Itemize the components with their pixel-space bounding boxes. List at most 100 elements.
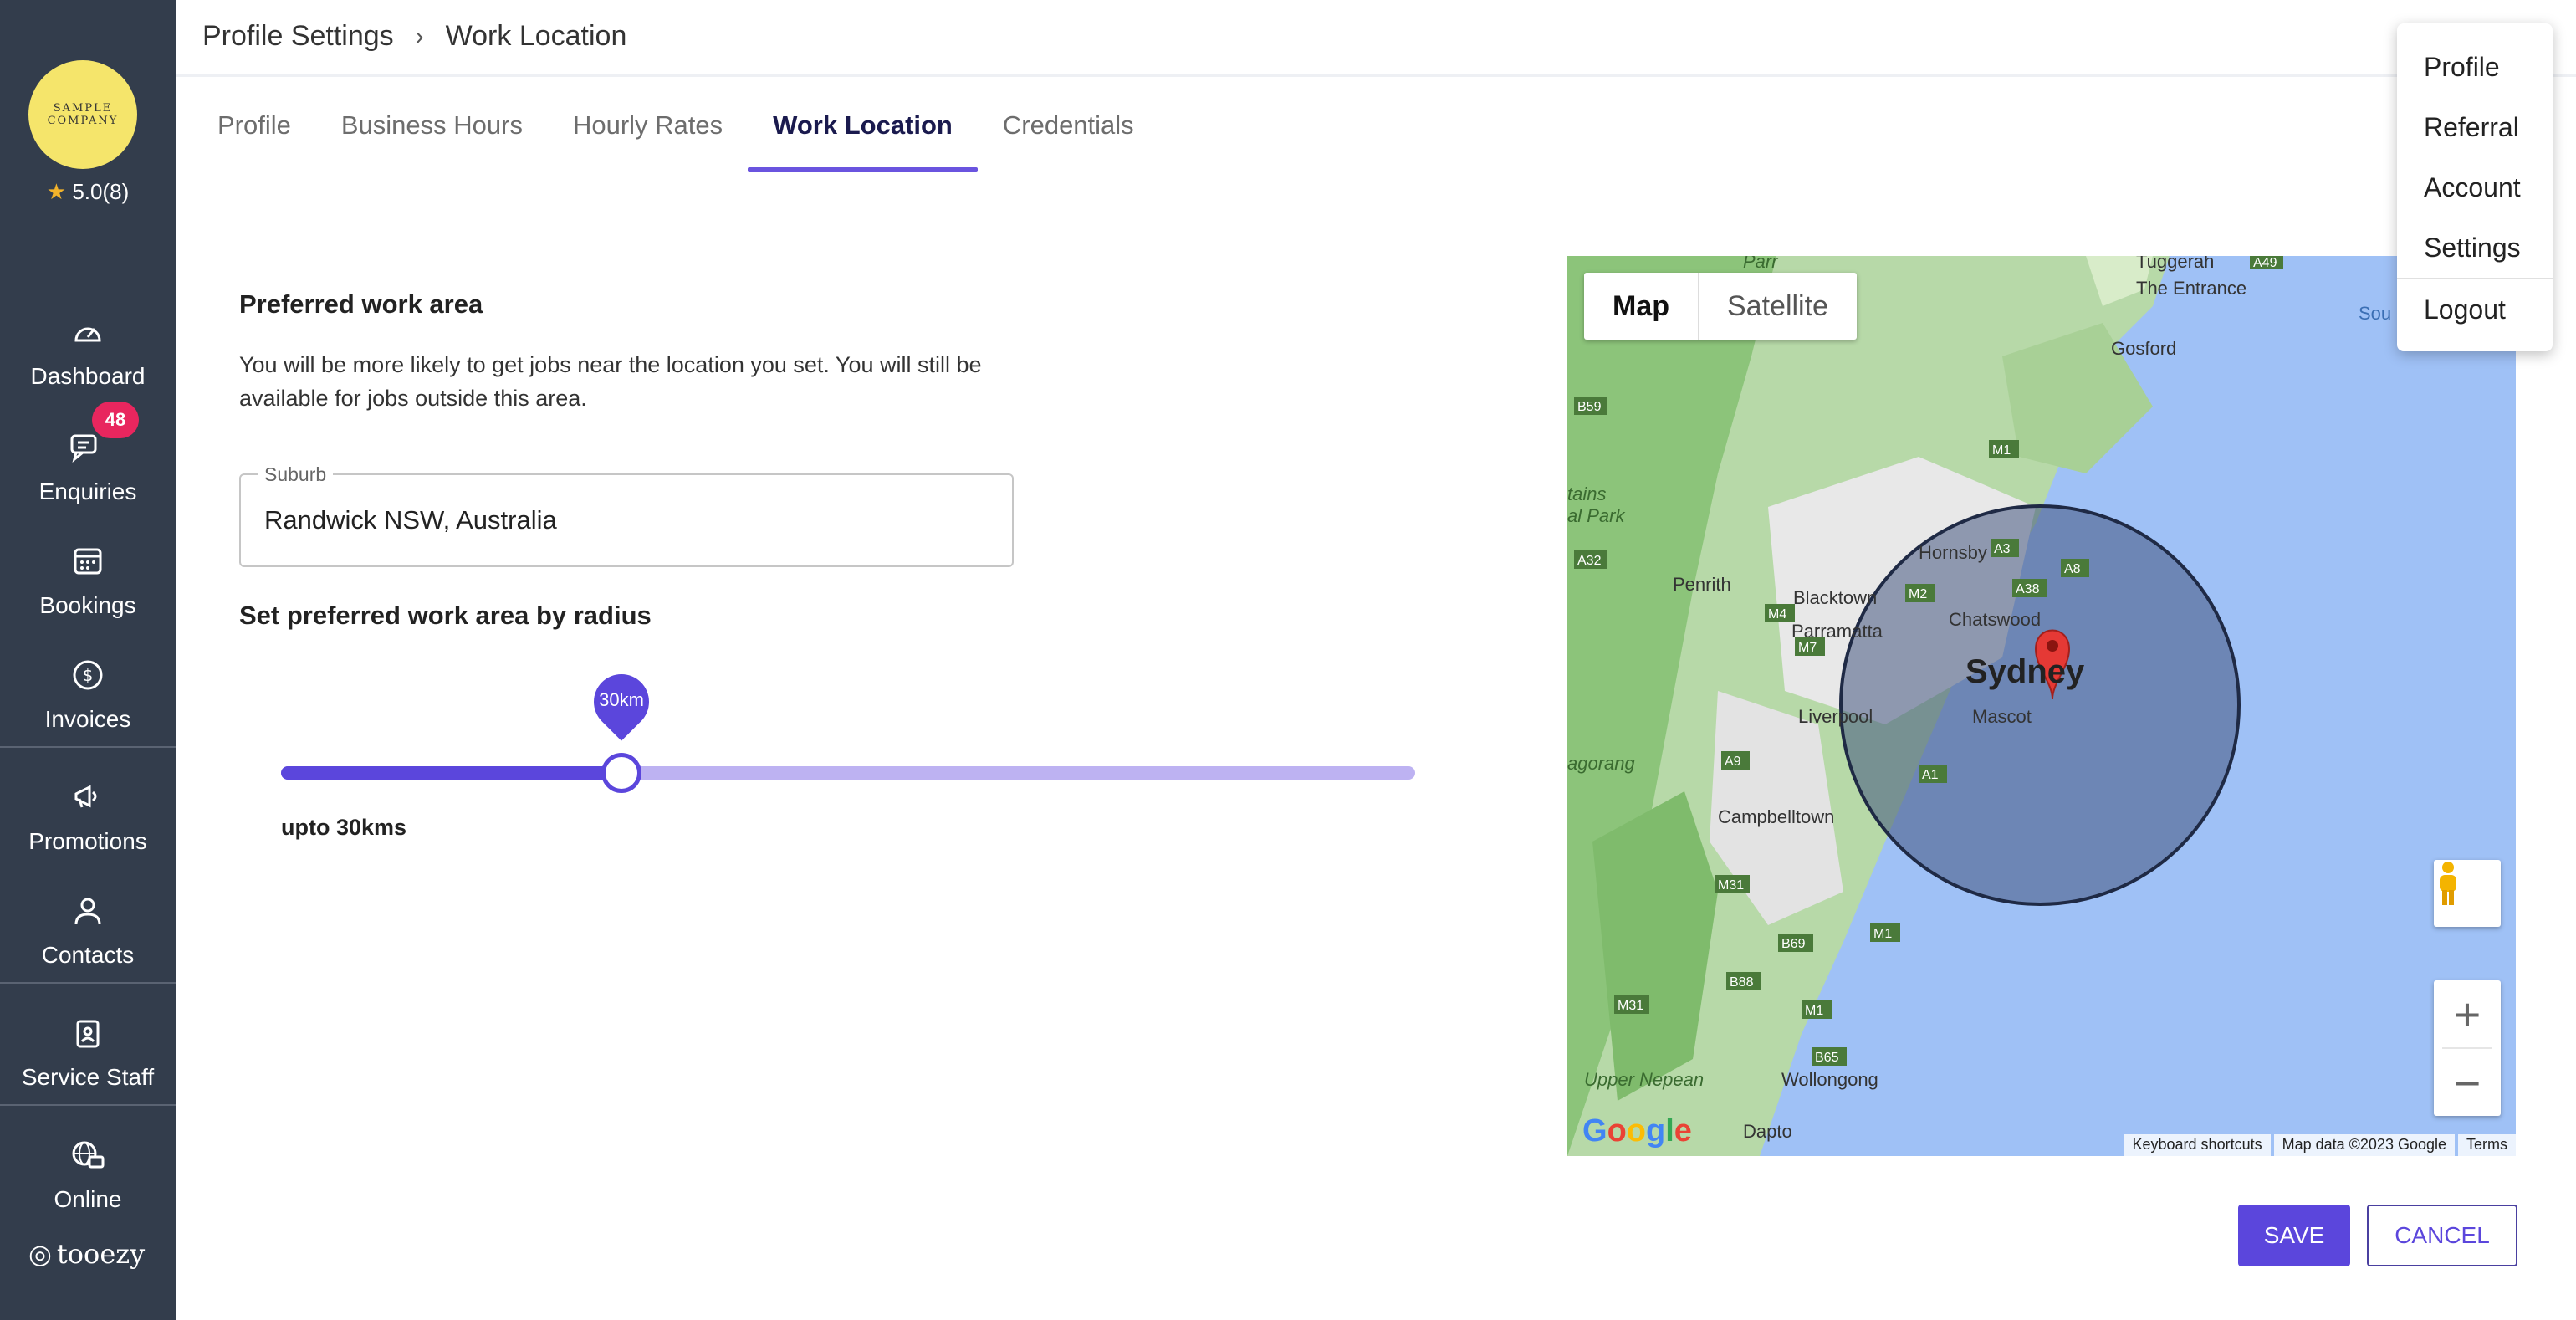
google-logo: Google [1582,1113,1692,1149]
sidebar-item-label: Bookings [39,592,136,618]
map-canvas: Tuggerah The Entrance Gosford Hornsby Pe… [1567,256,2391,1156]
slider-value-label: 30km [599,689,644,710]
sidebar-divider [0,1104,176,1106]
breadcrumb-parent[interactable]: Profile Settings [202,20,394,53]
logo-text-1: SAMPLE [53,102,113,115]
sidebar-item-enquiries[interactable]: Enquiries [0,413,176,514]
sidebar-item-invoices[interactable]: $ Invoices [0,641,176,741]
sidebar-item-label: Dashboard [30,363,146,389]
map-label-mascot: Mascot [1972,706,2032,727]
megaphone-icon [67,776,109,818]
sidebar-item-promotions[interactable]: Promotions [0,763,176,863]
road-a3: A3 [1994,542,2011,556]
road-b59: B59 [1577,400,1602,414]
suburb-field: Suburb [239,463,1014,567]
gauge-icon [67,311,109,353]
menu-item-profile[interactable]: Profile [2424,52,2500,83]
map-label-hornsby: Hornsby [1919,542,1987,563]
rating: ★ 5.0(8) [0,179,176,205]
zoom-out-button[interactable]: − [2434,1049,2501,1116]
sidebar-item-online[interactable]: Online [0,1121,176,1221]
work-area-description: You will be more likely to get jobs near… [239,352,982,411]
globe-monitor-icon [67,1134,109,1176]
map-label-gosford: Gosford [2111,338,2176,359]
menu-item-logout[interactable]: Logout [2424,294,2506,325]
sidebar-item-label: Promotions [28,828,147,854]
road-a1: A1 [1922,768,1939,782]
save-button[interactable]: SAVE [2238,1205,2350,1266]
road-a38: A38 [2016,582,2040,596]
map-data-attribution: Map data ©2023 Google [2273,1134,2455,1156]
sidebar-item-dashboard[interactable]: Dashboard [0,298,176,398]
suburb-input[interactable] [264,505,984,535]
cancel-button[interactable]: CANCEL [2367,1205,2517,1266]
map-type-map-button[interactable]: Map [1584,273,1699,340]
map-footer: Keyboard shortcuts Map data ©2023 Google… [2121,1134,2516,1156]
road-m2: M2 [1909,587,1927,601]
tab-hourly-rates[interactable]: Hourly Rates [548,105,748,172]
road-a8: A8 [2064,562,2081,576]
slider-thumb[interactable] [601,753,641,793]
sidebar-item-label: Enquiries [38,478,137,504]
tab-profile[interactable]: Profile [192,105,316,172]
map-label-al-park: al Park [1567,505,1625,526]
map-label-chatswood: Chatswood [1949,609,2041,630]
map-label-blacktown: Blacktown [1793,587,1877,608]
road-m7: M7 [1798,641,1817,655]
menu-item-settings[interactable]: Settings [2424,233,2521,263]
sidebar-item-contacts[interactable]: Contacts [0,877,176,977]
sidebar: SAMPLE COMPANY ★ 5.0(8) Dashboard Enquiri… [0,0,176,1320]
road-m1: M1 [1992,443,2011,458]
svg-text:$: $ [83,665,94,685]
sidebar-item-service-staff[interactable]: Service Staff [0,999,176,1099]
street-view-pegman-icon[interactable] [2434,860,2501,927]
map-label-penrith: Penrith [1673,574,1731,595]
tab-bar: Profile Business Hours Hourly Rates Work… [192,105,1159,172]
map-type-control: Map Satellite [1584,273,1857,340]
radius-title: Set preferred work area by radius [239,601,652,630]
star-icon: ★ [46,179,67,204]
tab-business-hours[interactable]: Business Hours [316,105,548,172]
company-logo[interactable]: SAMPLE COMPANY [28,60,137,169]
map-label-wollongong: Wollongong [1781,1069,1878,1090]
sidebar-divider [0,746,176,748]
terms-link[interactable]: Terms [2458,1134,2516,1156]
map-label-liverpool: Liverpool [1798,706,1873,727]
sidebar-item-label: Contacts [41,942,135,968]
map-label-parr: Parr [1743,256,1779,272]
map-label-sou: Sou [2359,303,2391,324]
menu-item-referral[interactable]: Referral [2424,112,2519,143]
zoom-control: + − [2434,980,2501,1116]
slider-fill [281,766,621,780]
road-a9: A9 [1725,755,1741,769]
road-b88: B88 [1730,975,1754,990]
sidebar-item-bookings[interactable]: Bookings [0,527,176,627]
calendar-icon [67,540,109,582]
breadcrumb: Profile Settings › Work Location [202,20,626,53]
tab-work-location[interactable]: Work Location [748,105,978,172]
menu-item-account[interactable]: Account [2424,172,2521,203]
road-b69: B69 [1781,937,1806,951]
sidebar-item-label: Service Staff [21,1064,155,1090]
zoom-in-button[interactable]: + [2434,980,2501,1047]
sidebar-item-label: Online [54,1186,122,1212]
enquiries-badge: 48 [92,402,139,438]
keyboard-shortcuts-link[interactable]: Keyboard shortcuts [2124,1134,2271,1156]
menu-divider [2397,278,2553,279]
road-m1-2: M1 [1873,927,1892,941]
radius-text: upto 30kms [281,815,407,840]
brand-logo: ◎ tooezy [28,1238,145,1270]
road-m1-3: M1 [1805,1004,1823,1018]
map-label-tains: tains [1567,483,1606,504]
road-m31-2: M31 [1618,999,1643,1013]
map-label-tuggerah: Tuggerah [2136,256,2214,272]
tab-credentials[interactable]: Credentials [978,105,1159,172]
map-type-satellite-button[interactable]: Satellite [1699,273,1857,340]
map-label-campbelltown: Campbelltown [1718,806,1834,827]
radius-slider[interactable]: 30km [281,663,1415,793]
map-label-sydney: Sydney [1965,653,2085,690]
map-view[interactable]: Tuggerah The Entrance Gosford Hornsby Pe… [1567,256,2516,1156]
preferred-work-area-title: Preferred work area [239,289,483,319]
chevron-right-icon: › [415,22,424,50]
breadcrumb-current: Work Location [445,20,627,52]
